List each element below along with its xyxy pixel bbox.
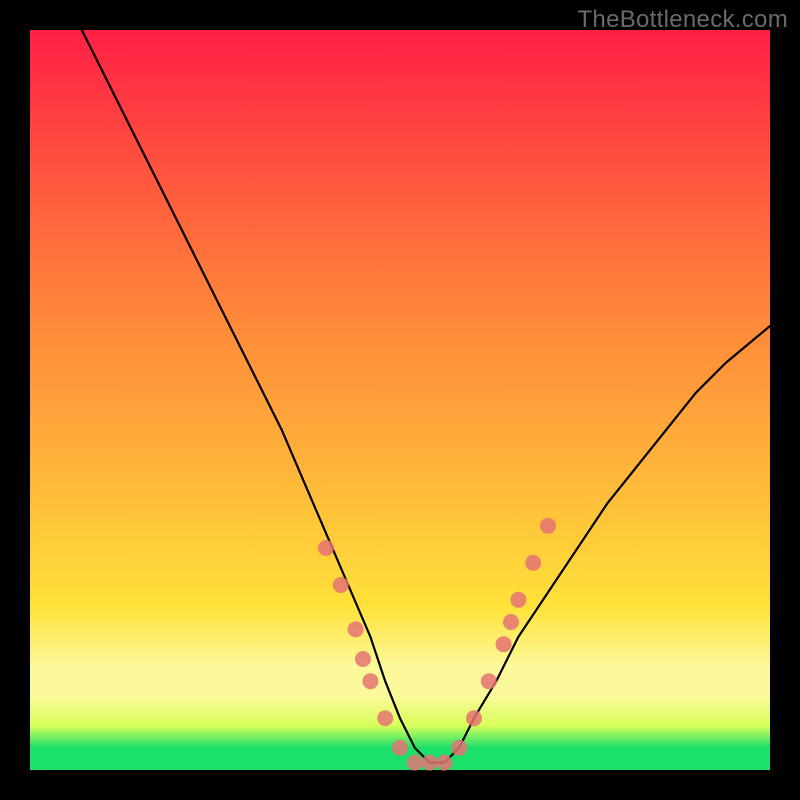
watermark-text: TheBottleneck.com	[577, 6, 788, 34]
data-marker	[451, 740, 467, 756]
data-marker	[407, 755, 423, 771]
data-marker	[348, 621, 364, 637]
plot-area	[30, 30, 770, 770]
data-marker	[503, 614, 519, 630]
data-marker	[392, 740, 408, 756]
curve-svg	[30, 30, 770, 770]
data-marker	[540, 518, 556, 534]
data-marker	[466, 710, 482, 726]
data-marker	[422, 755, 438, 771]
data-marker	[318, 540, 334, 556]
data-marker	[377, 710, 393, 726]
chart-frame: TheBottleneck.com	[0, 0, 800, 800]
data-marker	[510, 592, 526, 608]
data-marker	[333, 577, 349, 593]
data-marker	[436, 755, 452, 771]
data-marker	[481, 673, 497, 689]
data-marker	[525, 555, 541, 571]
data-marker	[362, 673, 378, 689]
data-marker	[355, 651, 371, 667]
data-marker	[496, 636, 512, 652]
bottleneck-curve	[82, 30, 770, 763]
